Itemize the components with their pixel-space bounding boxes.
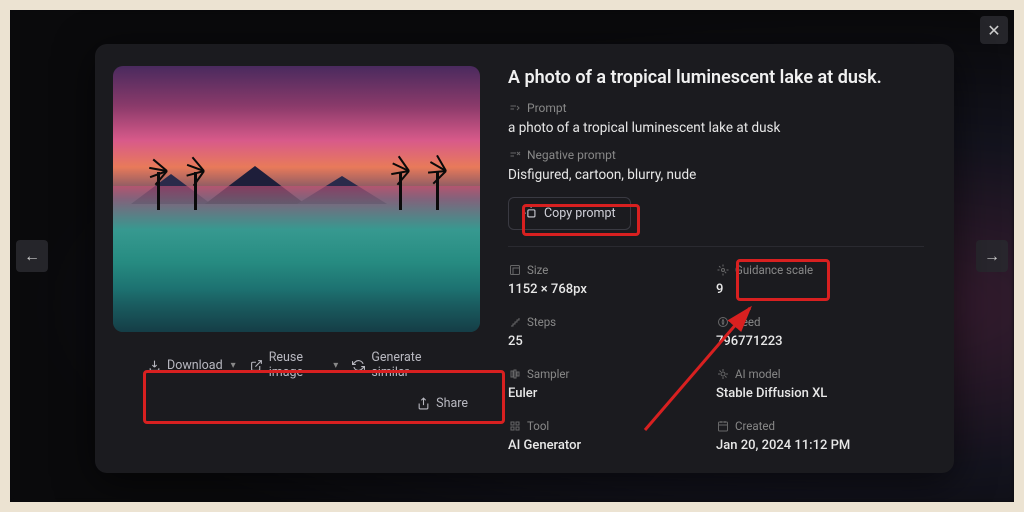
model-icon xyxy=(716,368,729,381)
model-value: Stable Diffusion XL xyxy=(716,386,924,401)
tool-label: Tool xyxy=(527,419,549,433)
close-button[interactable]: ✕ xyxy=(980,16,1008,44)
size-value: 1152 × 768px xyxy=(508,282,716,297)
reuse-label: Reuse image xyxy=(269,350,326,380)
tool-icon xyxy=(508,420,521,433)
steps-value: 25 xyxy=(508,334,716,349)
tool-value: AI Generator xyxy=(508,438,716,453)
sampler-label: Sampler xyxy=(527,367,569,381)
negative-prompt-icon xyxy=(508,149,521,162)
generate-label: Generate similar xyxy=(371,350,446,380)
guidance-label: Guidance scale xyxy=(735,263,813,277)
prompt-label: Prompt xyxy=(527,101,567,115)
reuse-image-button[interactable]: Reuse image ▾ xyxy=(248,346,341,384)
image-detail-modal: Download ▾ Reuse image ▾ Generate simila… xyxy=(95,44,954,473)
chevron-down-icon: ▾ xyxy=(333,360,338,371)
chevron-down-icon: ▾ xyxy=(231,360,236,371)
created-value: Jan 20, 2024 11:12 PM xyxy=(716,438,924,453)
refresh-icon xyxy=(352,358,365,372)
guidance-value: 9 xyxy=(716,282,924,297)
calendar-icon xyxy=(716,420,729,433)
download-label: Download xyxy=(167,358,223,373)
seed-label: Seed xyxy=(735,315,761,329)
generate-similar-button[interactable]: Generate similar xyxy=(350,346,448,384)
next-image-button[interactable]: → xyxy=(976,240,1008,272)
share-label: Share xyxy=(436,396,468,411)
image-title: A photo of a tropical luminescent lake a… xyxy=(508,66,924,89)
created-label: Created xyxy=(735,419,775,433)
model-label: AI model xyxy=(735,367,781,381)
prev-image-button[interactable]: ← xyxy=(16,240,48,272)
sampler-value: Euler xyxy=(508,386,716,401)
generated-image-preview[interactable] xyxy=(113,66,480,332)
size-label: Size xyxy=(527,263,548,277)
size-icon xyxy=(508,264,521,277)
share-icon xyxy=(416,397,430,411)
prompt-value: a photo of a tropical luminescent lake a… xyxy=(508,120,924,136)
download-icon xyxy=(147,358,161,372)
seed-icon xyxy=(716,316,729,329)
steps-label: Steps xyxy=(527,315,556,329)
copy-icon xyxy=(523,205,536,222)
prompt-icon xyxy=(508,102,521,115)
download-button[interactable]: Download ▾ xyxy=(145,354,238,377)
copy-prompt-button[interactable]: Copy prompt xyxy=(508,197,631,230)
negative-prompt-label: Negative prompt xyxy=(527,148,616,162)
share-button[interactable]: Share xyxy=(414,392,470,415)
copy-prompt-label: Copy prompt xyxy=(544,206,616,221)
steps-icon xyxy=(508,316,521,329)
seed-value: 796771223 xyxy=(716,334,924,349)
sampler-icon xyxy=(508,368,521,381)
negative-prompt-value: Disfigured, cartoon, blurry, nude xyxy=(508,167,924,183)
external-link-icon xyxy=(250,358,263,372)
guidance-icon xyxy=(716,264,729,277)
